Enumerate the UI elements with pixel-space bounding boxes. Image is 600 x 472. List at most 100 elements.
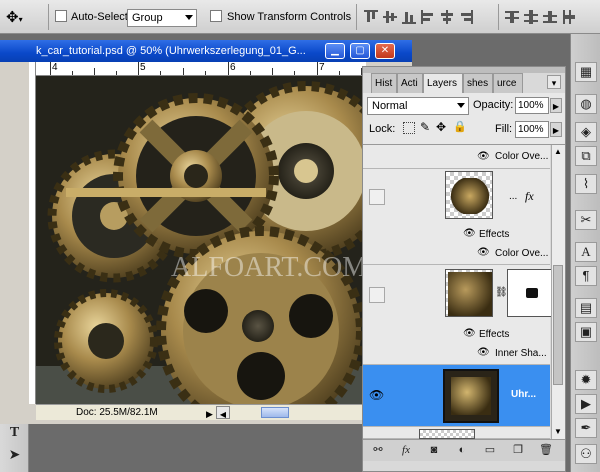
effects-label: Effects [479,329,510,340]
layer-row[interactable]: ... fx 👁 Effects 👁 Color Ove... [363,169,550,265]
document-title: k_car_tutorial.psd @ 50% (Uhrwerkszerleg… [36,45,306,57]
path-selection-tool-icon[interactable]: ➤ [3,444,26,464]
channels-icon[interactable]: ⧉ [575,146,597,166]
chevron-down-icon [185,15,193,20]
add-style-icon[interactable]: fx [399,443,413,457]
tools-dock-icon[interactable]: ✂ [575,210,597,230]
layer-mask-thumbnail[interactable] [507,269,555,317]
chain-link-icon[interactable]: ⛓ [495,287,508,298]
effect-visibility-icon[interactable]: 👁 [477,151,490,162]
fill-slider-arrow-icon[interactable]: ▶ [550,122,562,137]
layer-thumbnail [443,369,499,423]
ruler-number: 4 [52,62,58,73]
styles-icon[interactable]: ▣ [575,322,597,342]
fill-label: Fill: [495,123,513,135]
effect-visibility-icon[interactable]: 👁 [477,347,490,358]
scroll-down-icon[interactable]: ▼ [554,427,562,436]
info-icon[interactable]: ▤ [575,298,597,318]
layers-dock-icon[interactable]: ◈ [575,122,597,142]
lock-transparency-icon[interactable] [403,122,415,134]
scroll-thumb[interactable] [553,265,563,385]
show-transform-label: Show Transform Controls [227,11,352,23]
layer-row-selected[interactable]: 👁 Uhr... [363,365,550,427]
document-window: k_car_tutorial.psd @ 50% (Uhrwerkszerleg… [0,40,412,424]
paths-icon[interactable]: ⌇ [575,174,597,194]
color-icon[interactable]: ◍ [575,94,597,114]
tab-brushes[interactable]: shes [463,73,493,93]
link-layers-icon[interactable]: ⚯ [371,443,385,457]
delete-layer-icon[interactable]: 🗑 [539,443,553,457]
options-bar: ✥▾ Auto-Select: Group Show Transform Con… [0,0,600,34]
adjustment-layer-icon[interactable]: ◐ [455,443,469,457]
watermark: ALFOART.COM [171,252,366,283]
status-menu-arrow-icon[interactable]: ▶ [206,407,213,422]
blend-mode-dropdown[interactable]: Normal [367,97,469,115]
layer-name: ... [509,191,518,202]
layer-row[interactable]: ⛓ 👁 Effects 👁 Inner Sha... [363,265,555,365]
new-layer-icon[interactable]: ❐ [511,443,525,457]
lock-position-icon[interactable]: ✥ [436,120,446,134]
align-top-icon[interactable] [364,10,378,24]
navigator-icon[interactable]: ▦ [575,62,597,82]
distribute-bottom-icon[interactable] [543,10,557,24]
auto-select-dropdown[interactable]: Group [127,9,197,27]
align-vcenter-icon[interactable] [383,10,397,24]
layer-visibility-toggle[interactable] [369,287,385,303]
layer-thumbnail [445,171,493,219]
distribute-left-icon[interactable] [562,10,576,24]
eye-icon[interactable]: 👁 [369,388,384,402]
align-hcenter-icon[interactable] [440,10,454,24]
tab-history[interactable]: Hist [371,73,397,93]
distribute-top-icon[interactable] [505,10,519,24]
effect-visibility-icon[interactable]: 👁 [477,247,490,258]
opacity-slider-arrow-icon[interactable]: ▶ [550,98,562,113]
paragraph-icon[interactable]: ¶ [575,266,597,286]
opacity-label: Opacity: [473,99,514,111]
layer-effect-row[interactable]: 👁 Color Ove... [363,145,550,169]
distribute-buttons [505,10,581,27]
maximize-button[interactable]: ▢ [350,43,370,59]
move-tool-preset-icon[interactable]: ✥▾ [6,8,23,26]
history-dock-icon[interactable]: ✹ [575,370,597,390]
separator [498,4,499,30]
align-bottom-icon[interactable] [402,10,416,24]
tab-actions[interactable]: Acti [397,73,423,93]
effects-label: Effects [479,229,510,240]
clone-source-icon[interactable]: ⚇ [575,444,597,464]
show-transform-checkbox[interactable] [210,10,222,23]
add-mask-icon[interactable]: ◙ [427,443,441,457]
panel-menu-icon[interactable]: ▾ [547,75,561,89]
align-right-icon[interactable] [459,10,473,24]
doc-size: Doc: 25.5M/82.1M [76,407,158,418]
scroll-up-icon[interactable]: ▲ [554,147,562,156]
minimize-button[interactable]: ▁ [325,43,345,59]
auto-select-checkbox[interactable] [55,10,67,23]
new-group-icon[interactable]: ▭ [483,443,497,457]
effects-visibility-icon[interactable]: 👁 [463,228,476,239]
distribute-vcenter-icon[interactable] [524,10,538,24]
actions-dock-icon[interactable]: ▶ [575,394,597,414]
effect-name: Inner Sha... [495,348,547,359]
tab-layers[interactable]: Layers [423,73,463,93]
scroll-left-icon[interactable]: ◀ [216,406,230,419]
type-tool-icon[interactable]: T [3,423,26,443]
tab-source[interactable]: urce [493,73,523,93]
align-buttons [364,10,478,27]
layer-row-partial[interactable] [363,427,550,439]
fill-input[interactable]: 100% [515,121,549,138]
lock-image-icon[interactable]: ✎ [420,120,430,134]
ruler-number: 5 [140,62,146,73]
opacity-input[interactable]: 100% [515,97,549,114]
auto-select-label: Auto-Select: [71,11,131,23]
horizontal-scroll-thumb[interactable] [261,407,289,418]
layers-scrollbar[interactable]: ▲ ▼ [551,145,565,439]
align-left-icon[interactable] [421,10,435,24]
lock-all-icon[interactable]: 🔒 [453,120,467,133]
layer-visibility-toggle[interactable] [369,189,385,205]
close-button[interactable]: ✕ [375,43,395,59]
effects-visibility-icon[interactable]: 👁 [463,328,476,339]
layer-thumbnail [445,269,493,317]
document-canvas[interactable]: ALFOART.COM [36,76,366,404]
character-icon[interactable]: A [575,242,597,262]
brushes-dock-icon[interactable]: ✒ [575,418,597,438]
